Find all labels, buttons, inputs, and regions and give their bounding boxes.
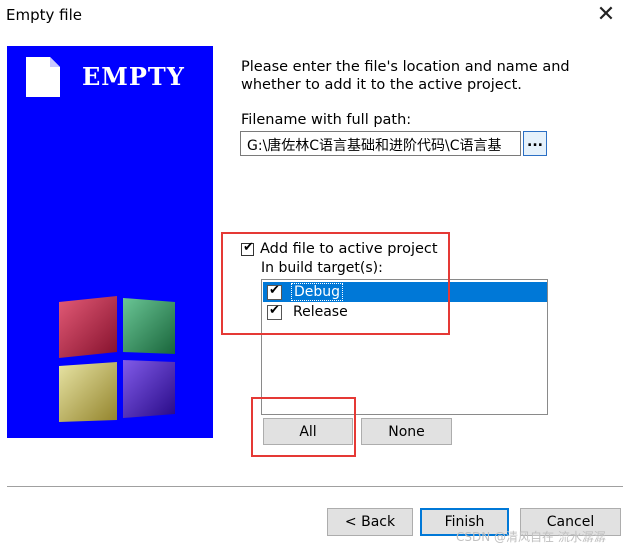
add-to-project-label: Add file to active project — [260, 241, 438, 257]
none-button[interactable]: None — [361, 418, 452, 445]
cubes-logo-icon — [59, 296, 175, 422]
all-button[interactable]: All — [263, 418, 353, 445]
list-item-release[interactable]: ✔ Release — [263, 302, 547, 322]
checkbox-icon[interactable]: ✔ — [241, 240, 254, 256]
list-item-debug[interactable]: ✔ Debug — [263, 282, 547, 302]
document-icon — [26, 57, 60, 97]
banner-brand: EMPTY — [82, 62, 185, 91]
build-targets-label: In build target(s): — [261, 260, 383, 276]
wizard-banner: EMPTY — [7, 46, 213, 438]
checkbox-icon[interactable]: ✔ — [267, 283, 282, 300]
list-item-label: Release — [293, 304, 348, 320]
browse-button[interactable]: ... — [523, 131, 547, 156]
intro-text: Please enter the file's location and nam… — [241, 59, 570, 93]
window-title: Empty file — [6, 6, 82, 24]
add-to-project-checkbox[interactable]: ✔ Add file to active project — [241, 240, 438, 257]
footer-divider — [7, 486, 623, 487]
path-label: Filename with full path: — [241, 112, 412, 128]
path-input[interactable]: G:\唐佐林C语言基础和进阶代码\C语言基 — [240, 131, 521, 156]
back-button[interactable]: < Back — [327, 508, 413, 536]
watermark: CSDN @清风自在 流水潺潺 — [456, 530, 606, 544]
title-bar: Empty file ✕ — [0, 0, 628, 32]
checkbox-icon[interactable]: ✔ — [267, 303, 282, 320]
list-item-label: Debug — [291, 283, 344, 301]
close-icon[interactable]: ✕ — [592, 2, 620, 30]
build-targets-list[interactable]: ✔ Debug ✔ Release — [261, 279, 548, 415]
